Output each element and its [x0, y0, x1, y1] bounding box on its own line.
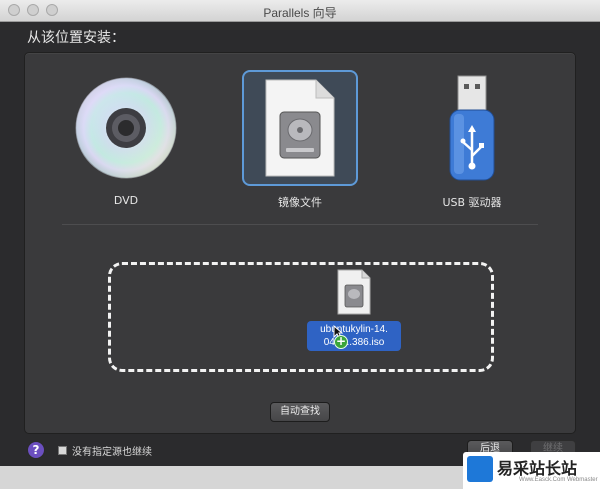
- window-title: Parallels 向导: [263, 6, 337, 20]
- usb-drive-icon: [449, 75, 495, 181]
- watermark-logo-icon: [467, 456, 493, 482]
- watermark: 易采站长站 Www.Easck.Com Webmaster: [463, 452, 600, 489]
- option-dvd[interactable]: [68, 70, 184, 186]
- option-usb-label: USB 驱动器: [442, 196, 502, 209]
- continue-without-source-label: 没有指定源也继续: [72, 447, 152, 458]
- install-from-heading: 从该位置安装：: [27, 30, 125, 46]
- dragged-file-icon: [334, 268, 374, 316]
- option-image-file-label: 镜像文件: [278, 196, 322, 209]
- option-dvd-label: DVD: [113, 194, 139, 207]
- dragged-file-name: ubuntukylin-14. 04-d...386.iso: [307, 321, 401, 351]
- auto-find-button[interactable]: 自动查找: [270, 402, 330, 422]
- continue-without-source-checkbox[interactable]: [58, 446, 67, 455]
- copy-plus-icon: +: [334, 334, 348, 349]
- dvd-disc-icon: [75, 77, 177, 179]
- file-drop-zone[interactable]: [108, 262, 494, 372]
- disk-image-file-icon: [265, 79, 335, 177]
- watermark-subtext: Www.Easck.Com Webmaster: [519, 477, 598, 483]
- help-button[interactable]: ?: [27, 441, 45, 459]
- watermark-text: 易采站长站: [497, 459, 578, 478]
- divider: [62, 224, 538, 225]
- title-bar: Parallels 向导: [0, 0, 600, 22]
- option-usb[interactable]: [414, 70, 530, 186]
- option-image-file[interactable]: [242, 70, 358, 186]
